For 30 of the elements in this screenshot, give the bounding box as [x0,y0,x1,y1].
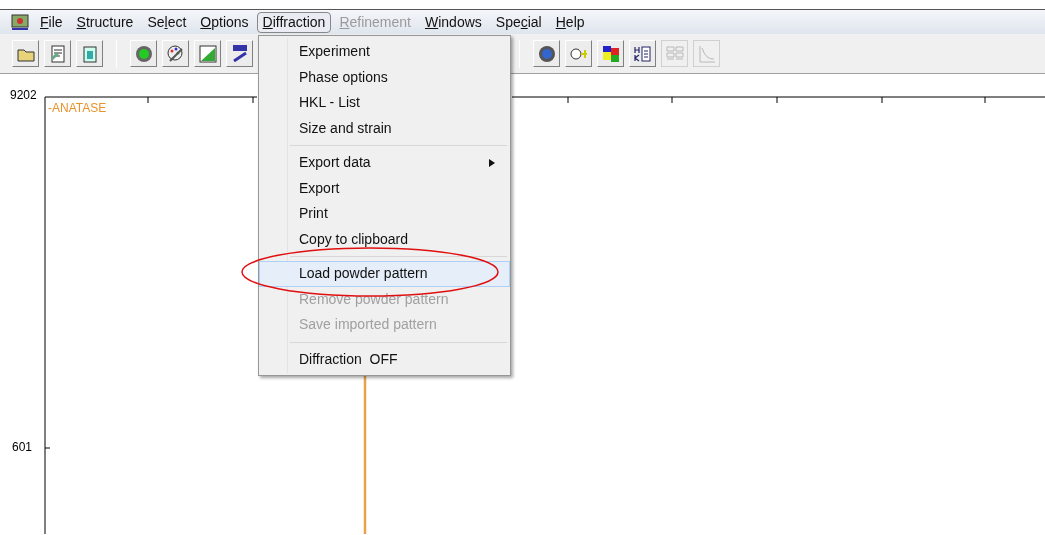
menu-option[interactable]: Export data [259,150,510,176]
menu-option[interactable]: HKL - List [259,90,510,116]
menu-option[interactable]: Size and strain [259,115,510,141]
menu-item[interactable]: Structure [70,11,140,33]
menu-option[interactable]: Copy to clipboard [259,226,510,252]
sphere-icon [133,43,154,64]
palette-icon [165,43,186,64]
menu-option[interactable]: Export [259,175,510,201]
curve-plot-icon [696,43,717,64]
app-icon [10,13,30,31]
submenu-arrow-icon [489,158,495,167]
menu-item[interactable]: Options [194,11,255,33]
menu-item[interactable]: Windows [419,11,488,33]
axis-value: 9202 [10,87,37,104]
menu-item[interactable]: Special [489,11,548,33]
document-list-icon [632,43,653,64]
menu-item[interactable]: Help [549,11,591,33]
menu-item[interactable]: Select [141,11,193,33]
menu-option[interactable]: Print [259,201,510,227]
menu-option[interactable]: Diffraction OFF [259,346,510,372]
menu-option[interactable]: Load powder pattern [259,261,510,287]
chart-icon [197,43,218,64]
target-icon [536,43,557,64]
axis-value: 601 [12,439,33,456]
menu-item[interactable]: Diffraction [256,11,332,33]
menu-option[interactable]: Phase options [259,64,510,90]
menu-option[interactable]: Experiment [259,39,510,65]
color-blocks-icon [600,43,621,64]
menu-item[interactable]: File [34,11,69,33]
series-label: -ANATASE [48,100,107,117]
